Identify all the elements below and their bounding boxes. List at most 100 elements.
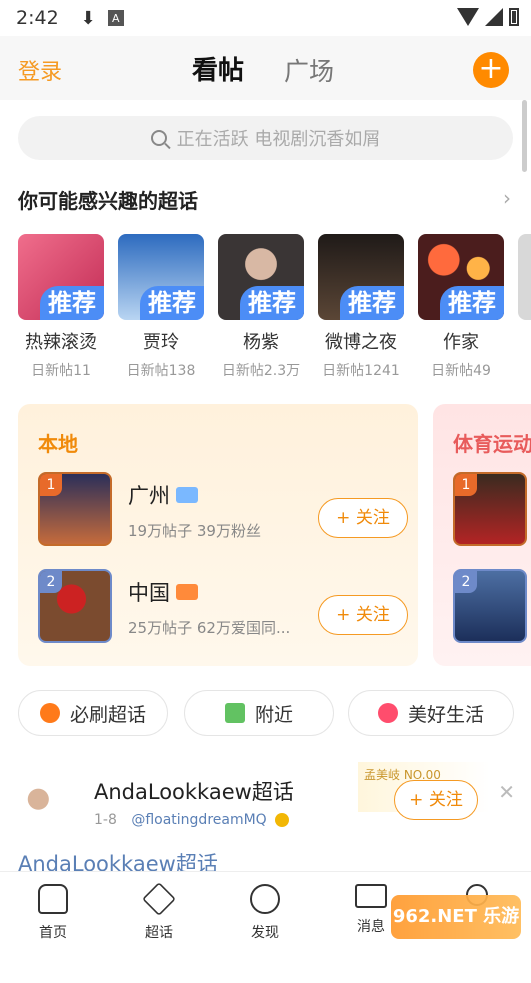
mail-icon: [355, 884, 387, 908]
status-indicators: [457, 8, 519, 26]
status-time: 2:42: [16, 7, 59, 29]
avatar[interactable]: [18, 776, 76, 834]
site-watermark: 962.NET 乐游网: [391, 895, 521, 939]
supertopic-level-icon: [176, 584, 198, 600]
diamond-icon: [142, 882, 176, 916]
supertopic-daily-posts: 日新帖11: [18, 360, 104, 380]
rank-badge: 2: [455, 571, 477, 593]
local-item-thumbnail: 1: [38, 472, 112, 546]
follow-button[interactable]: + 关注: [318, 498, 408, 538]
recommended-supertopics: 推荐 热辣滚烫 日新帖11 推荐 贾玲 日新帖138 推荐 杨紫 日新帖2.3万…: [18, 234, 531, 384]
supertopic-card[interactable]: 推荐 作家 日新帖49: [418, 234, 504, 380]
supertopic-daily-posts: 日新帖2.3万: [218, 360, 304, 380]
supertopic-image: 推荐: [218, 234, 304, 320]
chip-good-life[interactable]: 美好生活: [348, 690, 514, 736]
nav-label: 消息: [357, 919, 385, 935]
sport-item[interactable]: 2: [453, 569, 531, 645]
notification-icon: A: [108, 10, 124, 26]
local-item-stats: 25万帖子 62万爱国同...: [128, 617, 318, 638]
local-item-stats: 19万帖子 39万粉丝: [128, 520, 318, 541]
local-panel: 本地 1 广州 19万帖子 39万粉丝 + 关注 2 中国 25万帖子 62万爱…: [18, 404, 418, 666]
chip-label: 必刷超话: [70, 700, 146, 727]
supertopic-name: 热辣滚烫: [18, 328, 104, 354]
supertopic-name: 贾玲: [118, 328, 204, 354]
local-item-name: 广州: [128, 480, 170, 510]
recommend-tag: 推荐: [440, 286, 504, 320]
chevron-right-icon[interactable]: ›: [503, 186, 511, 210]
feed-post[interactable]: AndaLookkaew超话 1-8 @floatingdreamMQ 孟美岐 …: [18, 770, 531, 870]
sport-item-thumbnail: 1: [453, 472, 527, 546]
local-item[interactable]: 1 广州 19万帖子 39万粉丝 + 关注: [38, 472, 408, 548]
follow-button[interactable]: + 关注: [394, 780, 478, 820]
supertopic-name: 杨紫: [218, 328, 304, 354]
nav-label: 超话: [145, 925, 173, 941]
post-meta: 1-8 @floatingdreamMQ: [94, 812, 289, 828]
post-handle[interactable]: @floatingdreamMQ: [131, 812, 266, 828]
supertopic-daily-posts: 日新帖1241: [318, 360, 404, 380]
follow-button[interactable]: + 关注: [318, 595, 408, 635]
recommend-tag: 推荐: [40, 286, 104, 320]
supertopic-image: 推荐: [418, 234, 504, 320]
sport-item[interactable]: 1: [453, 472, 531, 548]
rank-badge: 1: [455, 474, 477, 496]
building-icon: [225, 703, 245, 723]
supertopic-level-icon: [176, 487, 198, 503]
sport-panel-title: 体育运动: [453, 428, 531, 457]
download-icon: ⬇: [81, 8, 96, 29]
tab-square[interactable]: 广场: [284, 52, 334, 88]
tab-view-posts-label: 看帖: [192, 56, 244, 86]
login-button[interactable]: 登录: [18, 54, 62, 86]
recommend-tag: 推荐: [240, 286, 304, 320]
local-item-title: 广州: [128, 480, 198, 510]
supertopic-card[interactable]: 推荐 贾玲 日新帖138: [118, 234, 204, 380]
plus-icon[interactable]: +: [473, 52, 509, 88]
home-icon: [38, 884, 68, 914]
quick-chips: 必刷超话 附近 美好生活: [18, 690, 531, 736]
sport-item-thumbnail: 2: [453, 569, 527, 643]
supertopic-daily-posts: 日新帖138: [118, 360, 204, 380]
flame-icon: [40, 703, 60, 723]
chip-label: 美好生活: [408, 700, 484, 727]
bottom-nav: 首页 超话 发现 消息 962.NET 乐游网: [0, 871, 531, 945]
post-author[interactable]: AndaLookkaew超话: [94, 776, 294, 806]
rank-badge: 2: [40, 571, 62, 593]
chip-nearby[interactable]: 附近: [184, 690, 334, 736]
post-date: 1-8: [94, 812, 117, 828]
heart-icon: [378, 703, 398, 723]
search-icon: [151, 130, 167, 146]
rank-badge: 1: [40, 474, 62, 496]
scrollbar[interactable]: [522, 100, 527, 172]
search-bar[interactable]: 正在活跃 电视剧沉香如屑: [18, 116, 513, 160]
search-placeholder: 正在活跃 电视剧沉香如屑: [177, 125, 381, 151]
interest-section-title: 你可能感兴趣的超话: [18, 185, 198, 214]
supertopic-name: 作家: [418, 328, 504, 354]
recommend-tag: 推荐: [140, 286, 204, 320]
supertopic-image: 推荐: [18, 234, 104, 320]
verified-icon: [275, 813, 289, 827]
supertopic-image: 推荐: [318, 234, 404, 320]
wifi-icon: [457, 8, 479, 26]
nav-discover[interactable]: 发现: [212, 872, 318, 945]
local-panel-title: 本地: [38, 428, 78, 457]
nav-supertopic[interactable]: 超话: [106, 872, 212, 945]
chip-must-read[interactable]: 必刷超话: [18, 690, 168, 736]
nav-label: 发现: [251, 925, 279, 941]
close-icon[interactable]: ✕: [498, 780, 515, 804]
local-item-title: 中国: [128, 577, 198, 607]
tab-view-posts[interactable]: 看帖: [192, 50, 244, 87]
supertopic-card[interactable]: [518, 234, 531, 320]
battery-icon: [509, 8, 519, 26]
local-item-thumbnail: 2: [38, 569, 112, 643]
supertopic-card[interactable]: 推荐 热辣滚烫 日新帖11: [18, 234, 104, 380]
supertopic-card[interactable]: 推荐 微博之夜 日新帖1241: [318, 234, 404, 380]
supertopic-card[interactable]: 推荐 杨紫 日新帖2.3万: [218, 234, 304, 380]
search-icon: [250, 884, 280, 914]
supertopic-name: 微博之夜: [318, 328, 404, 354]
recommend-tag: 推荐: [340, 286, 404, 320]
nav-label: 首页: [39, 925, 67, 941]
supertopic-image: 推荐: [118, 234, 204, 320]
local-item[interactable]: 2 中国 25万帖子 62万爱国同... + 关注: [38, 569, 408, 645]
signal-icon: [485, 8, 503, 26]
sport-panel: 体育运动 1 2: [433, 404, 531, 666]
nav-home[interactable]: 首页: [0, 872, 106, 945]
